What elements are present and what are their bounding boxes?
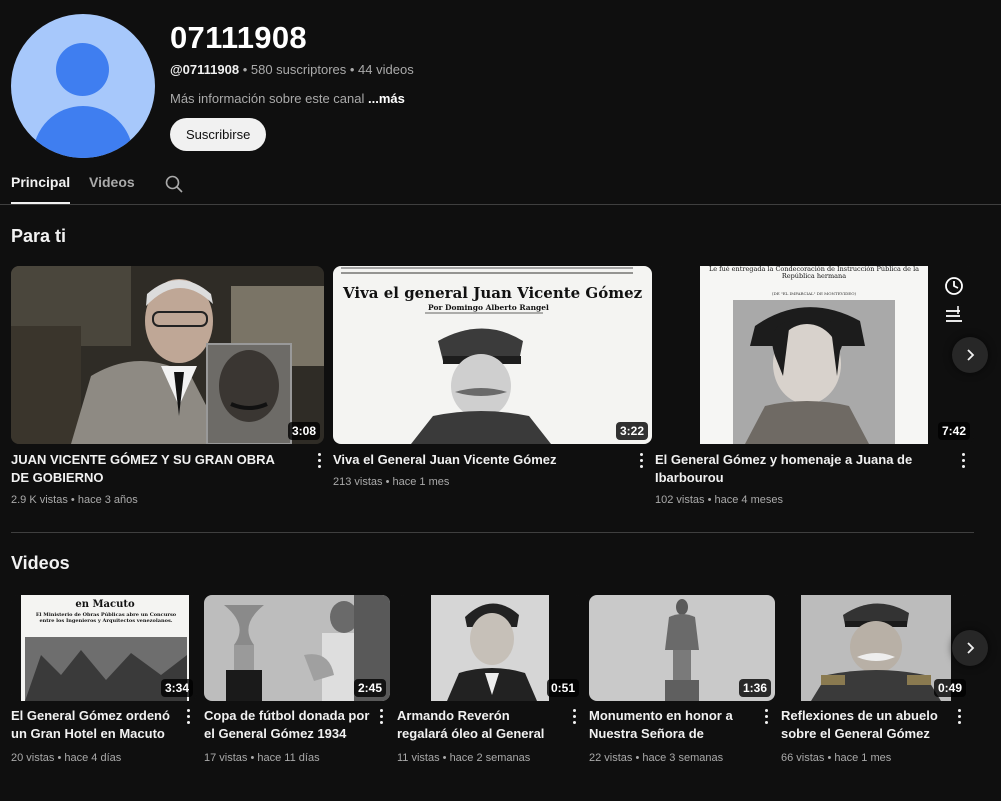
video-duration: 2:45 [353, 679, 386, 697]
thumb-source: (DE "EL IMPARCIAL" DE MONTEVIDEO) [772, 291, 857, 296]
channel-tabs: Principal Videos [0, 160, 1001, 205]
video-card[interactable]: Viva el general Juan Vicente Gómez Por D… [333, 266, 652, 516]
video-meta: 66 vistas • hace 1 mes [781, 752, 892, 764]
video-thumbnail[interactable]: Le fué entregada la Condecoración de Ins… [655, 266, 974, 444]
video-thumbnail[interactable]: 0:51 [397, 595, 583, 701]
channel-description[interactable]: Más información sobre este canal ...más [170, 91, 405, 106]
video-card[interactable]: 0:51 Armando Reverón regalará óleo al Ge… [397, 595, 583, 775]
video-meta: 20 vistas • hace 4 días [11, 752, 122, 764]
video-meta: 11 vistas • hace 2 semanas [397, 752, 531, 764]
video-duration: 3:34 [160, 679, 193, 697]
video-thumbnail[interactable]: 3:08 [11, 266, 324, 444]
video-meta: 213 vistas • hace 1 mes [333, 476, 450, 488]
subscribe-button[interactable]: Suscribirse [170, 118, 267, 151]
more-link[interactable]: ...más [368, 91, 405, 106]
chevron-right-icon[interactable] [952, 630, 988, 666]
tab-videos[interactable]: Videos [89, 174, 135, 190]
video-meta: 17 vistas • hace 11 días [204, 752, 320, 764]
video-thumbnail[interactable]: en Macuto El Ministerio de Obras Pública… [11, 595, 197, 701]
tab-principal[interactable]: Principal [11, 174, 71, 204]
video-card[interactable]: 0:49 Reflexiones de un abuelo sobre el G… [781, 595, 973, 775]
thumb-headline: en Macuto [75, 599, 135, 610]
more-vert-icon[interactable] [760, 707, 772, 725]
video-duration: 1:36 [738, 679, 771, 697]
video-duration: 0:51 [546, 679, 579, 697]
more-vert-icon[interactable] [953, 707, 965, 725]
section-title-videos: Videos [11, 553, 70, 573]
video-title[interactable]: JUAN VICENTE GÓMEZ Y SU GRAN OBRA DE GOB… [11, 451, 296, 487]
default-avatar-icon [56, 43, 109, 96]
thumb-caption: Le fué entregada la Condecoración de Ins… [708, 266, 920, 280]
video-meta: 22 vistas • hace 3 semanas [589, 752, 724, 764]
section-divider [11, 532, 974, 533]
video-card[interactable]: en Macuto El Ministerio de Obras Pública… [11, 595, 197, 775]
video-card[interactable]: 1:36 Monumento en honor a Nuestra Señora… [589, 595, 775, 775]
channel-avatar[interactable] [11, 14, 155, 158]
video-card[interactable]: 2:45 Copa de fútbol donada por el Genera… [204, 595, 390, 775]
video-meta: 2.9 K vistas • hace 3 años [11, 494, 138, 506]
more-vert-icon[interactable] [375, 707, 387, 725]
video-title[interactable]: Armando Reverón regalará óleo al General… [397, 707, 563, 743]
video-duration: 7:42 [937, 422, 970, 440]
thumb-byline: Por Domingo Alberto Rangel [428, 303, 549, 312]
more-vert-icon[interactable] [957, 451, 969, 469]
channel-name: 07111908 [170, 20, 307, 55]
channel-handle: @07111908 [170, 62, 240, 77]
video-thumbnail[interactable]: Viva el general Juan Vicente Gómez Por D… [333, 266, 652, 444]
chevron-right-icon[interactable] [952, 337, 988, 373]
section-title-for-you: Para ti [11, 226, 67, 246]
video-title[interactable]: Copa de fútbol donada por el General Góm… [204, 707, 370, 743]
video-title[interactable]: El General Gómez y homenaje a Juana de I… [655, 451, 945, 487]
clock-icon[interactable] [940, 274, 968, 298]
video-thumbnail[interactable]: 0:49 [781, 595, 970, 701]
more-vert-icon[interactable] [313, 451, 325, 469]
video-duration: 3:08 [287, 422, 320, 440]
video-card[interactable]: 3:08 JUAN VICENTE GÓMEZ Y SU GRAN OBRA D… [11, 266, 324, 516]
video-thumbnail[interactable]: 2:45 [204, 595, 390, 701]
more-vert-icon[interactable] [182, 707, 194, 725]
subscriber-count: 580 suscriptores [250, 62, 347, 77]
thumb-headline: Viva el general Juan Vicente Gómez [342, 284, 643, 302]
video-count: 44 videos [358, 62, 414, 77]
more-vert-icon[interactable] [568, 707, 580, 725]
search-icon[interactable] [164, 174, 184, 194]
channel-meta: @07111908 • 580 suscriptores • 44 videos [170, 62, 414, 77]
add-to-queue-icon[interactable] [940, 304, 968, 328]
video-title[interactable]: Reflexiones de un abuelo sobre el Genera… [781, 707, 947, 743]
video-card[interactable]: Le fué entregada la Condecoración de Ins… [655, 266, 974, 516]
thumb-text: El Ministerio de Obras Públicas abre un … [35, 612, 177, 624]
video-meta: 102 vistas • hace 4 meses [655, 494, 783, 506]
video-duration: 3:22 [615, 422, 648, 440]
video-thumbnail[interactable]: 1:36 [589, 595, 775, 701]
video-duration: 0:49 [933, 679, 966, 697]
video-title[interactable]: Monumento en honor a Nuestra Señora de C… [589, 707, 755, 743]
more-vert-icon[interactable] [635, 451, 647, 469]
video-title[interactable]: El General Gómez ordenó un Gran Hotel en… [11, 707, 177, 743]
